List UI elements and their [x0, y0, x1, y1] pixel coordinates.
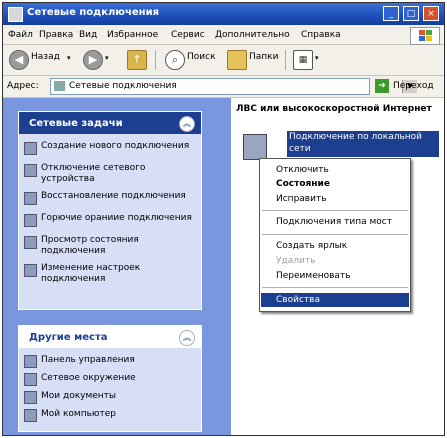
context-menu: Отключить Состояние Исправить Подключени… — [259, 158, 411, 312]
place-label: Мой компьютер — [41, 409, 116, 419]
go-button[interactable]: Переход — [393, 81, 434, 91]
views-icon[interactable]: ▦ — [293, 50, 313, 70]
task-rename-connection[interactable]: Горючие ораниие подключения — [19, 210, 201, 232]
ctx-disable[interactable]: Отключить — [276, 165, 329, 175]
minimize-button[interactable]: _ — [383, 6, 399, 21]
place-my-computer[interactable]: Мой компьютер — [19, 406, 201, 424]
search-icon[interactable]: ⌕ — [165, 50, 185, 70]
lan-connection-icon[interactable] — [243, 134, 267, 160]
forward-dropdown-icon[interactable]: ▾ — [105, 54, 109, 62]
maximize-button[interactable]: □ — [403, 6, 419, 21]
collapse-chevron-icon[interactable]: ︽ — [179, 116, 195, 132]
menu-advanced[interactable]: Дополнительно — [215, 30, 290, 40]
ctx-separator — [262, 234, 408, 235]
task-label: Горючие ораниие подключения — [41, 213, 192, 223]
network-tasks-title: Сетевые задачи — [29, 118, 123, 129]
task-label: Изменение настроек подключения — [41, 263, 141, 284]
connection-label[interactable]: Подключение по локальной сети — [287, 131, 439, 157]
ctx-separator — [262, 287, 408, 288]
other-places-panel: Другие места ︽ Панель управления Сетевое… — [18, 325, 202, 432]
ctx-delete: Удалить — [276, 256, 316, 266]
windows-logo-icon — [410, 27, 440, 45]
other-places-title: Другие места — [29, 332, 108, 343]
menu-edit[interactable]: Правка — [39, 30, 73, 40]
go-arrow-icon[interactable]: ➜ — [375, 79, 389, 93]
folders-icon[interactable] — [227, 50, 247, 70]
address-label: Адрес: — [7, 81, 39, 91]
folders-button[interactable]: Папки — [249, 52, 278, 62]
menu-tools[interactable]: Сервис — [171, 30, 205, 40]
task-label: Восстановление подключения — [41, 191, 186, 201]
task-repair-connection[interactable]: Восстановление подключения — [19, 188, 201, 210]
toolbar-separator — [285, 50, 286, 70]
address-bar: Адрес: Сетевые подключения ▼ ➜ Переход — [3, 76, 444, 98]
network-folder-icon — [8, 7, 23, 22]
menu-help[interactable]: Справка — [301, 30, 341, 40]
menu-bar: Файл Правка Вид Избранное Сервис Дополни… — [3, 26, 444, 45]
search-button[interactable]: Поиск — [187, 52, 216, 62]
address-value: Сетевые подключения — [69, 81, 177, 91]
task-label: Просмотр состояния подключения — [41, 235, 139, 256]
close-button[interactable]: × — [423, 6, 439, 21]
ctx-rename[interactable]: Переименовать — [276, 271, 351, 281]
address-input[interactable]: Сетевые подключения ▼ — [50, 78, 417, 95]
my-computer-icon — [24, 409, 37, 422]
ctx-bridge[interactable]: Подключения типа мост — [276, 217, 392, 227]
back-arrow-icon[interactable]: ◀ — [9, 50, 29, 70]
task-pane: Сетевые задачи ︽ Создание нового подключ… — [3, 98, 231, 435]
ctx-status[interactable]: Состояние — [276, 179, 330, 189]
section-title: ЛВС или высокоскоростной Интернет — [236, 104, 432, 114]
ctx-create-shortcut[interactable]: Создать ярлык — [276, 241, 347, 251]
network-folder-icon — [54, 81, 65, 91]
repair-icon — [24, 192, 37, 205]
my-documents-icon — [24, 391, 37, 404]
folder-up-icon[interactable]: ↑ — [127, 50, 147, 70]
ctx-repair[interactable]: Исправить — [276, 194, 327, 204]
collapse-chevron-icon[interactable]: ︽ — [179, 330, 195, 346]
ctx-separator — [262, 210, 408, 211]
task-label: Отключение сетевого устройства — [41, 163, 146, 184]
task-change-settings[interactable]: Изменение настроек подключения — [19, 260, 201, 288]
rename-icon — [24, 214, 37, 227]
place-label: Мои документы — [41, 391, 117, 401]
menu-view[interactable]: Вид — [79, 30, 97, 40]
network-tasks-header[interactable]: Сетевые задачи ︽ — [19, 112, 201, 134]
place-control-panel[interactable]: Панель управления — [19, 352, 201, 370]
place-network-neighborhood[interactable]: Сетевое окружение — [19, 370, 201, 388]
other-places-header[interactable]: Другие места ︽ — [19, 326, 201, 348]
window-title: Сетевые подключения — [27, 7, 160, 18]
disable-device-icon — [24, 164, 37, 177]
toolbar: ◀ Назад ▾ ▶ ▾ ↑ ⌕ Поиск Папки ▦ ▾ — [3, 45, 444, 76]
task-label: Создание нового подключения — [41, 141, 190, 151]
network-tasks-panel: Сетевые задачи ︽ Создание нового подключ… — [18, 111, 202, 310]
menu-favorites[interactable]: Избранное — [107, 30, 158, 40]
back-button[interactable]: Назад — [31, 52, 60, 62]
place-label: Панель управления — [41, 355, 135, 365]
title-bar[interactable]: Сетевые подключения _ □ × — [3, 3, 444, 25]
status-icon — [24, 236, 37, 249]
forward-arrow-icon[interactable]: ▶ — [83, 50, 103, 70]
settings-icon — [24, 264, 37, 277]
back-dropdown-icon[interactable]: ▾ — [67, 54, 71, 62]
network-neighborhood-icon — [24, 373, 37, 386]
task-disable-device[interactable]: Отключение сетевого устройства — [19, 160, 201, 188]
place-my-documents[interactable]: Мои документы — [19, 388, 201, 406]
task-create-connection[interactable]: Создание нового подключения — [19, 138, 201, 160]
place-label: Сетевое окружение — [41, 373, 136, 383]
toolbar-separator — [155, 50, 156, 70]
new-connection-icon — [24, 142, 37, 155]
views-dropdown-icon[interactable]: ▾ — [315, 54, 319, 62]
task-view-status[interactable]: Просмотр состояния подключения — [19, 232, 201, 260]
menu-file[interactable]: Файл — [8, 30, 33, 40]
control-panel-icon — [24, 355, 37, 368]
ctx-properties[interactable]: Свойства — [276, 295, 320, 305]
